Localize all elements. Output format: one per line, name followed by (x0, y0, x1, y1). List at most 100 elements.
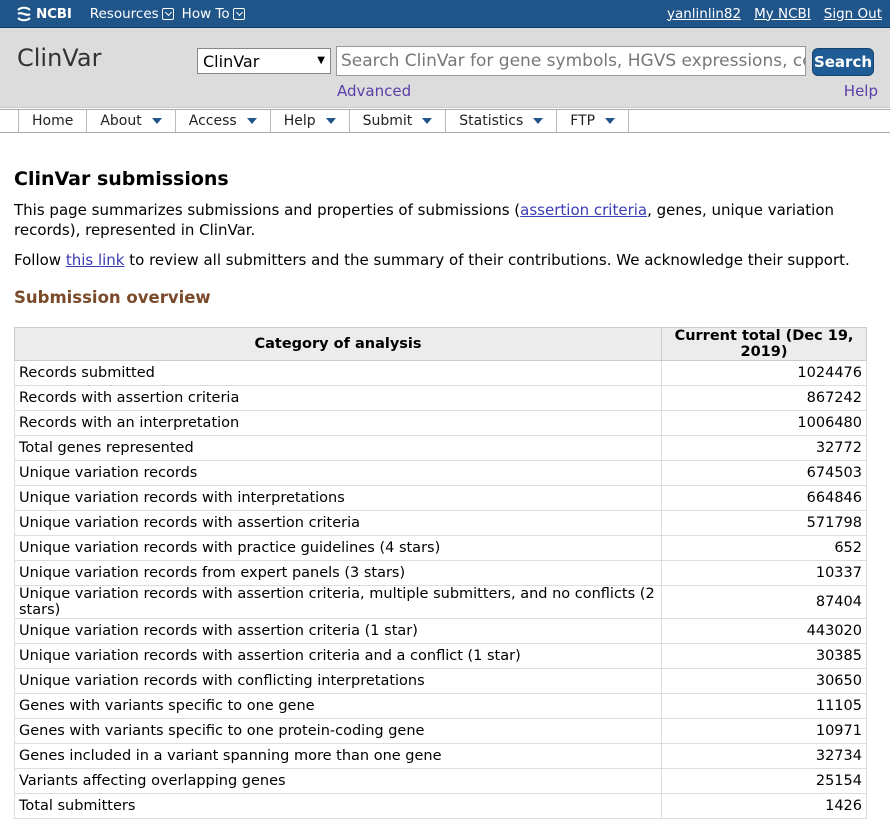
column-header-total: Current total (Dec 19, 2019) (661, 327, 867, 361)
table-row: Unique variation records with practice g… (14, 535, 867, 561)
ncbi-logo[interactable]: NCBI (16, 6, 72, 22)
table-row: Genes with variants specific to one gene… (14, 693, 867, 719)
chevron-down-icon (232, 7, 245, 20)
database-select-value: ClinVar (203, 52, 260, 71)
resources-label: Resources (89, 5, 159, 22)
category-cell: Total genes represented (14, 435, 662, 461)
table-row: Unique variation records with assertion … (14, 643, 867, 669)
table-row: Records with assertion criteria 867242 (14, 385, 867, 411)
sign-out-link[interactable]: Sign Out (824, 6, 882, 22)
category-cell: Unique variation records with assertion … (14, 643, 662, 669)
dropdown-arrow-icon (325, 118, 336, 124)
nav-home[interactable]: Home (18, 110, 86, 132)
table-row: Variants affecting overlapping genes 2515… (14, 768, 867, 794)
nav-about-label: About (100, 113, 142, 129)
advanced-search-link[interactable]: Advanced (337, 82, 411, 100)
table-row: Unique variation records from expert pan… (14, 560, 867, 586)
category-cell: Unique variation records with assertion … (14, 618, 662, 644)
table-row: Total genes represented 32772 (14, 435, 867, 461)
total-cell: 867242 (661, 385, 867, 411)
nav-access-label: Access (188, 113, 237, 129)
my-ncbi-link[interactable]: My NCBI (754, 6, 811, 22)
category-cell: Unique variation records with conflictin… (14, 668, 662, 694)
table-row: Records with an interpretation 1006480 (14, 410, 867, 436)
category-cell: Total submitters (14, 793, 662, 819)
total-cell: 652 (661, 535, 867, 561)
category-cell: Unique variation records with assertion … (14, 510, 662, 536)
dropdown-arrow-icon (533, 118, 544, 124)
total-cell: 10971 (661, 718, 867, 744)
total-cell: 1024476 (661, 360, 867, 386)
category-cell: Genes with variants specific to one gene (14, 693, 662, 719)
category-cell: Unique variation records from expert pan… (14, 560, 662, 586)
total-cell: 32772 (661, 435, 867, 461)
search-button[interactable]: Search (812, 48, 874, 76)
this-link[interactable]: this link (66, 251, 125, 269)
nav-ftp-label: FTP (570, 113, 596, 129)
category-cell: Unique variation records with assertion … (14, 585, 662, 619)
submission-overview-table: Category of analysis Current total (Dec … (14, 327, 867, 819)
search-placeholder: Search ClinVar for gene symbols, HGVS ex… (341, 51, 806, 71)
total-cell: 30650 (661, 668, 867, 694)
total-cell: 25154 (661, 768, 867, 794)
assertion-criteria-link[interactable]: assertion criteria (520, 201, 647, 219)
nav-submit-label: Submit (362, 113, 413, 129)
table-row: Unique variation records with assertion … (14, 585, 867, 619)
account-links: yanlinlin82 My NCBI Sign Out (667, 6, 882, 22)
main-content: ClinVar submissions This page summarizes… (14, 168, 876, 819)
table-row: Genes included in a variant spanning mor… (14, 743, 867, 769)
total-cell: 32734 (661, 743, 867, 769)
total-cell: 87404 (661, 585, 867, 619)
intro-paragraph: This page summarizes submissions and pro… (14, 200, 876, 240)
resources-menu[interactable]: Resources (90, 6, 174, 22)
total-cell: 664846 (661, 485, 867, 511)
table-row: Genes with variants specific to one prot… (14, 718, 867, 744)
nav-ftp[interactable]: FTP (556, 110, 630, 132)
nav-access[interactable]: Access (174, 110, 270, 132)
nav-home-label: Home (32, 113, 74, 129)
nav-about[interactable]: About (86, 110, 174, 132)
search-header: ClinVar ClinVar ▼ Search ClinVar for gen… (0, 28, 890, 108)
page-title: ClinVar submissions (14, 168, 229, 190)
total-cell: 571798 (661, 510, 867, 536)
nav-help-label: Help (283, 113, 316, 129)
database-select[interactable]: ClinVar ▼ (197, 48, 331, 74)
dropdown-arrow-icon (151, 118, 162, 124)
intro-text-start: This page summarizes submissions and pro… (14, 201, 521, 219)
ncbi-logo-text: NCBI (36, 5, 72, 22)
dropdown-arrow-icon: ▼ (317, 55, 325, 66)
column-header-category: Category of analysis (14, 327, 662, 361)
category-cell: Unique variation records with interpreta… (14, 485, 662, 511)
total-cell: 443020 (661, 618, 867, 644)
category-cell: Variants affecting overlapping genes (14, 768, 662, 794)
table-body: Records submitted 1024476 Records with ass… (14, 360, 867, 819)
nav-statistics-label: Statistics (459, 113, 524, 129)
section-title: Submission overview (14, 288, 211, 307)
top-menu: Resources How To (90, 6, 245, 22)
nav-statistics[interactable]: Statistics (445, 110, 556, 132)
category-cell: Genes with variants specific to one prot… (14, 718, 662, 744)
ncbi-top-bar: NCBI Resources How To yanlinlin82 My NCB… (0, 0, 890, 28)
total-cell: 11105 (661, 693, 867, 719)
total-cell: 10337 (661, 560, 867, 586)
table-row: Total submitters 1426 (14, 793, 867, 819)
username-link[interactable]: yanlinlin82 (667, 6, 741, 22)
category-cell: Records submitted (14, 360, 662, 386)
category-cell: Records with an interpretation (14, 410, 662, 436)
category-cell: Unique variation records with practice g… (14, 535, 662, 561)
help-link[interactable]: Help (844, 82, 878, 100)
follow-text-end: to review all submitters and the summary… (124, 251, 850, 269)
chevron-down-icon (161, 7, 174, 20)
howto-menu[interactable]: How To (182, 6, 245, 22)
nav-submit[interactable]: Submit (348, 110, 446, 132)
nav-help[interactable]: Help (269, 110, 349, 132)
category-cell: Records with assertion criteria (14, 385, 662, 411)
search-input[interactable]: Search ClinVar for gene symbols, HGVS ex… (336, 46, 806, 76)
howto-label: How To (181, 5, 230, 22)
total-cell: 1426 (661, 793, 867, 819)
database-title: ClinVar (17, 44, 102, 72)
table-row: Unique variation records with assertion … (14, 618, 867, 644)
nav-bar: Home About Access Help Submit Statistics… (0, 109, 890, 133)
category-cell: Genes included in a variant spanning mor… (14, 743, 662, 769)
dropdown-arrow-icon (422, 118, 433, 124)
